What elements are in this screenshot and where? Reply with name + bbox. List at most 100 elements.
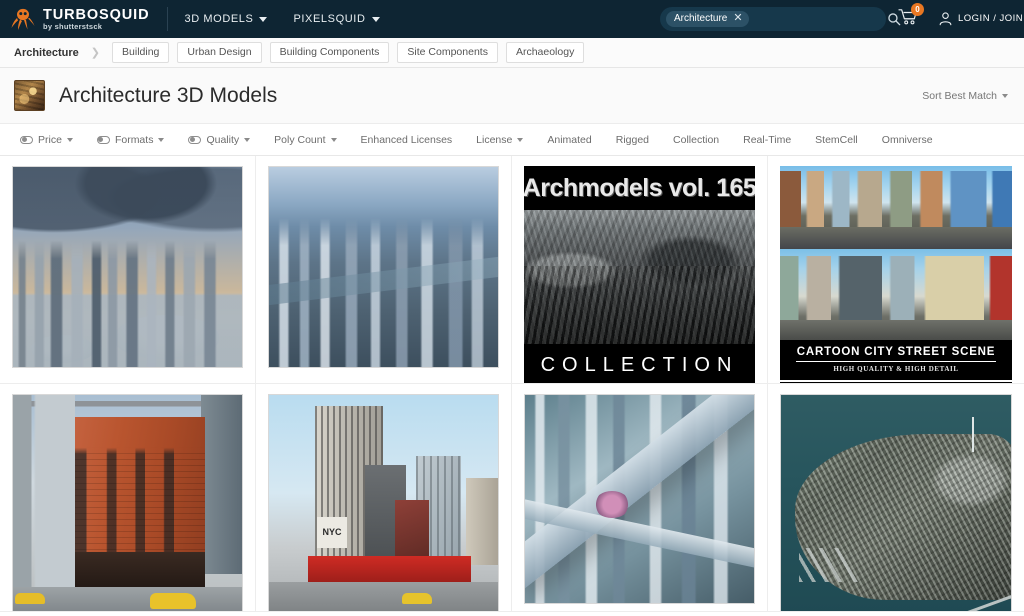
search-bar[interactable]: Architecture ✕ — [660, 7, 886, 31]
product-card-aerial-futuristic-city-river[interactable] — [256, 156, 512, 384]
yellow-taxi-secondary — [15, 593, 45, 604]
filter-collection[interactable]: Collection — [661, 134, 731, 146]
cartoon-subtitle: HIGH QUALITY & HIGH DETAIL — [780, 365, 1012, 373]
filter-real-time[interactable]: Real-Time — [731, 134, 803, 146]
plaza-garden — [594, 491, 631, 518]
filter-omniverse[interactable]: Omniverse — [870, 134, 945, 146]
product-card-manhattan-island-aerial[interactable] — [768, 384, 1024, 612]
yellow-taxi — [150, 593, 196, 608]
archmodels-collection-label: COLLECTION — [541, 354, 739, 377]
caret-down-icon — [331, 138, 337, 142]
sort-dropdown[interactable]: Sort Best Match — [922, 90, 1008, 102]
filter-stemcell[interactable]: StemCell — [803, 134, 870, 146]
site-header: TURBOSQUID by shutterstsck 3D MODELS PIX… — [0, 0, 1024, 38]
brick-building — [395, 500, 429, 561]
filter-label-omniverse: Omniverse — [882, 134, 933, 146]
archmodels-title: Archmodels vol. 165 — [524, 174, 755, 203]
filter-license[interactable]: License — [464, 134, 535, 146]
product-thumbnail — [12, 394, 243, 612]
breadcrumb-root[interactable]: Architecture — [14, 47, 79, 59]
archmodels-footer-bar: COLLECTION — [524, 344, 755, 384]
product-thumbnail: Archmodels vol. 165 COLLECTION — [524, 166, 755, 384]
filter-label-real-time: Real-Time — [743, 134, 791, 146]
filter-label-rigged: Rigged — [616, 134, 649, 146]
product-thumbnail — [12, 166, 243, 368]
dome-structure-secondary — [31, 335, 95, 363]
product-card-futuristic-sci-fi-city-dusk[interactable] — [0, 156, 256, 384]
search-filter-chip[interactable]: Architecture ✕ — [666, 11, 749, 27]
nav-label-3d-models: 3D MODELS — [184, 13, 253, 25]
product-card-futuristic-highway-interchange[interactable] — [512, 384, 768, 612]
logo-title: TURBOSQUID — [43, 8, 149, 23]
cartoon-title: CARTOON CITY STREET SCENE — [796, 346, 996, 362]
breadcrumb-pill-archaeology[interactable]: Archaeology — [506, 42, 584, 63]
filter-label-animated: Animated — [547, 134, 591, 146]
product-thumbnail — [780, 394, 1012, 612]
filter-label-price: Price — [38, 134, 62, 146]
glass-tower — [201, 395, 242, 574]
waterfront-piers — [799, 548, 909, 583]
filter-label-quality: Quality — [206, 134, 239, 146]
header-divider — [167, 7, 168, 31]
account-login-button[interactable]: LOGIN / JOIN — [938, 11, 1023, 26]
filter-quality[interactable]: Quality — [176, 134, 262, 146]
filter-enhanced-licenses[interactable]: Enhanced Licenses — [349, 134, 465, 146]
chevron-down-icon — [259, 17, 267, 22]
caret-down-icon — [158, 138, 164, 142]
product-thumbnail — [268, 166, 499, 368]
caret-down-icon — [517, 138, 523, 142]
search-input[interactable] — [749, 14, 887, 25]
filter-label-poly-count: Poly Count — [274, 134, 325, 146]
product-card-archmodels-vol-165-collection[interactable]: Archmodels vol. 165 COLLECTION — [512, 156, 768, 384]
cartoon-scene-bottom — [780, 249, 1012, 340]
breadcrumb-pill-building-components[interactable]: Building Components — [270, 42, 390, 63]
filter-label-license: License — [476, 134, 512, 146]
caret-down-icon — [244, 138, 250, 142]
product-card-red-brick-corner-building[interactable] — [0, 384, 256, 612]
toggle-icon — [20, 136, 33, 144]
storefront — [75, 552, 206, 587]
page-title-row: Architecture 3D Models Sort Best Match — [0, 68, 1024, 124]
sort-label: Sort Best Match — [922, 90, 997, 102]
stone-building — [466, 478, 498, 565]
filter-label-stemcell: StemCell — [815, 134, 858, 146]
nav-item-3d-models[interactable]: 3D MODELS — [184, 13, 267, 25]
chevron-down-icon — [372, 17, 380, 22]
tower-spire — [972, 417, 974, 452]
breadcrumb-pill-building[interactable]: Building — [112, 42, 169, 63]
product-card-nyc-street-block[interactable]: NYC — [256, 384, 512, 612]
cart-count-badge: 0 — [911, 3, 924, 16]
yellow-taxi — [402, 593, 432, 604]
cart-button[interactable]: 0 — [898, 8, 918, 31]
primary-nav: 3D MODELS PIXELSQUID — [184, 13, 379, 25]
filter-poly-count[interactable]: Poly Count — [262, 134, 348, 146]
filter-label-formats: Formats — [115, 134, 154, 146]
brand-logo[interactable]: TURBOSQUID by shutterstsck — [10, 6, 149, 32]
account-label: LOGIN / JOIN — [958, 13, 1023, 24]
filter-rigged[interactable]: Rigged — [604, 134, 661, 146]
dome-structure — [114, 315, 219, 359]
filter-formats[interactable]: Formats — [85, 134, 177, 146]
product-card-cartoon-city-street-scene[interactable]: CARTOON CITY STREET SCENE HIGH QUALITY &… — [768, 156, 1024, 384]
nav-item-pixelsquid[interactable]: PIXELSQUID — [293, 13, 379, 25]
product-grid: Archmodels vol. 165 COLLECTION CARTOON C… — [0, 156, 1024, 612]
page-title: Architecture 3D Models — [59, 84, 277, 108]
breadcrumb-pill-urban-design[interactable]: Urban Design — [177, 42, 261, 63]
archmodels-ruins-image — [524, 210, 755, 344]
archmodels-title-bar: Archmodels vol. 165 — [524, 166, 755, 210]
street — [269, 582, 498, 612]
toggle-icon — [97, 136, 110, 144]
cartoon-title-bar: CARTOON CITY STREET SCENE HIGH QUALITY &… — [780, 340, 1012, 380]
product-thumbnail: NYC — [268, 394, 499, 612]
filter-bar: Price Formats Quality Poly Count Enhance… — [0, 124, 1024, 156]
logo-subtitle: by shutterstsck — [43, 23, 149, 31]
red-storefront — [308, 556, 471, 582]
close-icon[interactable]: ✕ — [733, 13, 742, 24]
cartoon-car-red — [919, 237, 954, 244]
filter-label-enhanced-licenses: Enhanced Licenses — [361, 134, 453, 146]
architecture-category-icon — [14, 80, 45, 111]
breadcrumb-pill-site-components[interactable]: Site Components — [397, 42, 498, 63]
user-icon — [938, 11, 953, 26]
filter-price[interactable]: Price — [8, 134, 85, 146]
filter-animated[interactable]: Animated — [535, 134, 603, 146]
